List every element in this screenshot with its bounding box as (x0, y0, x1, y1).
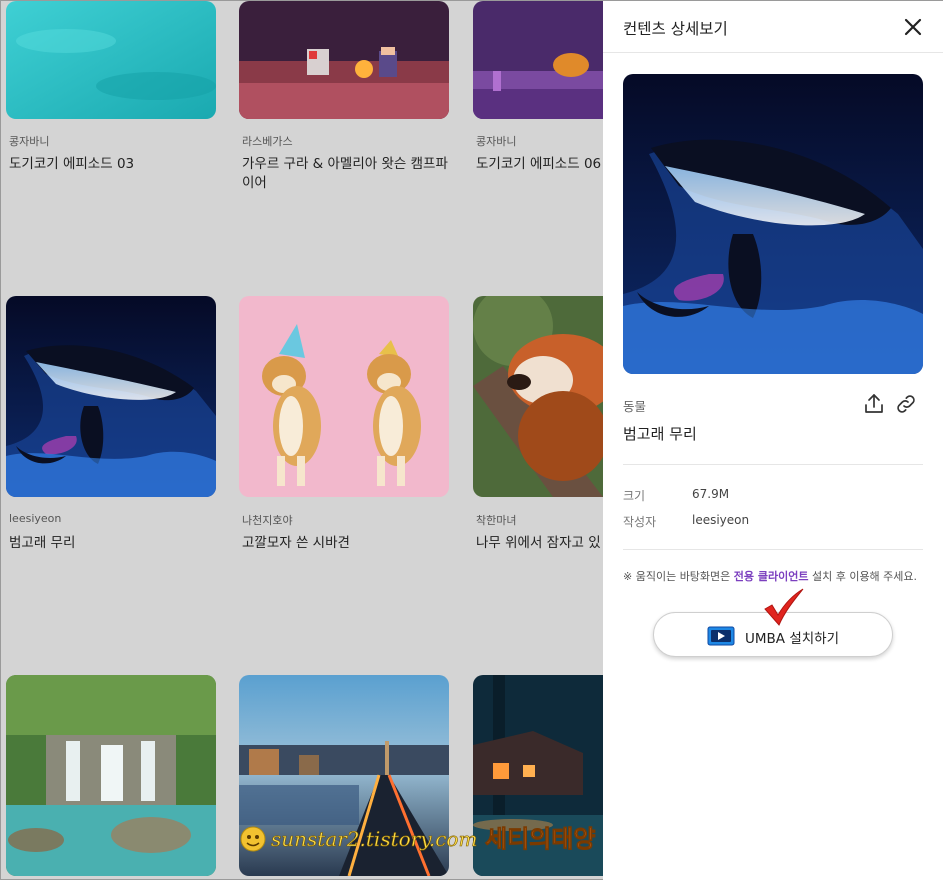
watermark: sunstar2.tistory.com 세티의태양 (240, 825, 596, 853)
card-category: 콩자바니 (476, 135, 517, 148)
notice-prefix: ※ 움직이는 바탕화면은 (623, 570, 734, 583)
card-thumbnail[interactable] (239, 296, 449, 497)
red-checkmark-icon (764, 588, 804, 626)
umba-app-icon (707, 626, 735, 646)
card-thumbnail[interactable] (239, 1, 449, 119)
watermark-brand: 세티의태양 (485, 825, 595, 853)
content-grid: 콩자바니 도기코기 에피소드 03 라스베가스 가우르 구라 & 아멜리아 왓슨… (1, 1, 603, 880)
content-category: 동물 (623, 399, 647, 414)
client-link[interactable]: 전용 클라이언트 (734, 570, 809, 583)
panel-title: 컨텐츠 상세보기 (623, 20, 728, 38)
content-preview-image (623, 74, 923, 374)
install-button-label: UMBA 설치하기 (745, 631, 839, 647)
content-detail-panel: 컨텐츠 상세보기 동물 범고래 무리 크기 67.9M 작성자 leesiyeo… (603, 1, 943, 880)
share-icon (865, 394, 883, 413)
author-label: 작성자 (623, 515, 657, 529)
card-title[interactable]: 나무 위에서 잠자고 있 (476, 534, 603, 553)
close-icon (904, 18, 922, 36)
card-title[interactable]: 도기코기 에피소드 03 (9, 155, 224, 174)
watermark-text: sunstar2.tistory.com (271, 827, 477, 851)
card-category: 콩자바니 (9, 135, 50, 148)
card-title[interactable]: 도기코기 에피소드 06 (476, 155, 603, 174)
link-icon (897, 395, 915, 413)
card-thumbnail[interactable] (6, 1, 216, 119)
size-value: 67.9M (692, 487, 730, 501)
card-category: leesiyeon (9, 512, 62, 525)
card-title[interactable]: 고깔모자 쓴 시바견 (242, 534, 457, 553)
card-category: 착한마녀 (476, 514, 517, 527)
divider (623, 464, 923, 465)
card-thumbnail[interactable] (473, 296, 603, 497)
card-title[interactable]: 가우르 구라 & 아멜리아 왓슨 캠프파이어 (242, 155, 457, 193)
copy-link-button[interactable] (894, 392, 918, 416)
card-thumbnail[interactable] (473, 1, 603, 119)
panel-header: 컨텐츠 상세보기 (603, 1, 943, 53)
share-button[interactable] (862, 392, 886, 416)
notice-suffix: 설치 후 이용해 주세요. (808, 570, 918, 583)
card-category: 라스베가스 (242, 135, 293, 148)
divider (623, 549, 923, 550)
size-label: 크기 (623, 489, 646, 503)
card-thumbnail[interactable] (6, 675, 216, 876)
card-category: 나천지호야 (242, 514, 293, 527)
client-notice: ※ 움직이는 바탕화면은 전용 클라이언트 설치 후 이용해 주세요. (623, 568, 917, 584)
card-thumbnail[interactable] (6, 296, 216, 497)
close-button[interactable] (901, 15, 925, 39)
card-title[interactable]: 범고래 무리 (9, 534, 224, 553)
author-value: leesiyeon (692, 513, 750, 527)
content-title: 범고래 무리 (623, 425, 697, 443)
